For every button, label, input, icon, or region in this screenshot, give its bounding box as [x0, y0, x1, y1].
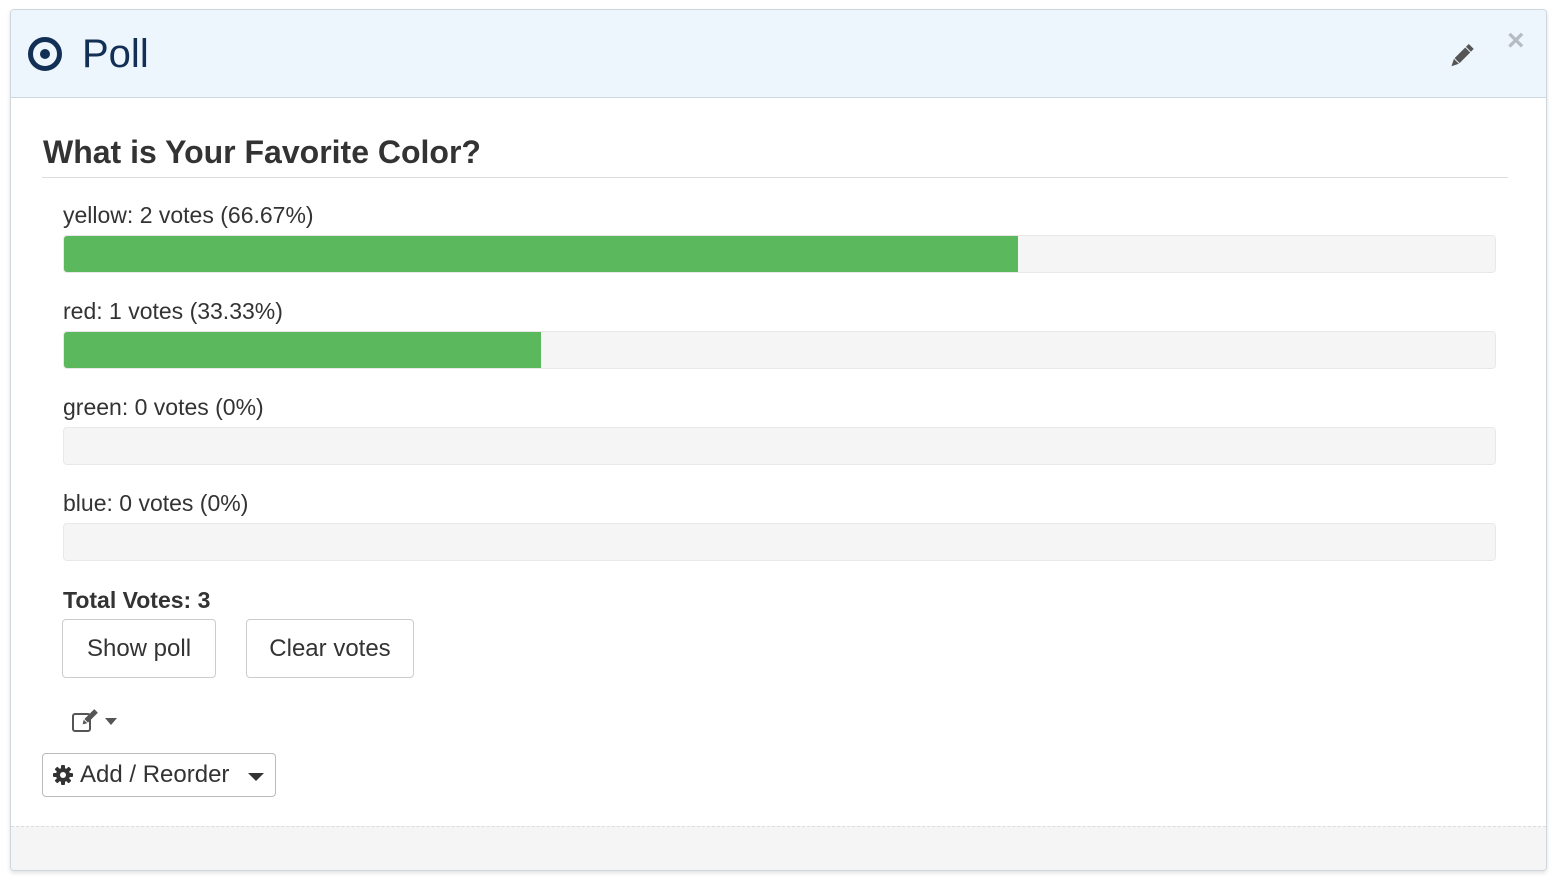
clear-votes-button[interactable]: Clear votes	[246, 619, 414, 678]
close-icon[interactable]: ×	[1507, 26, 1525, 56]
panel-footer	[11, 826, 1546, 870]
poll-option-label-green: green: 0 votes (0%)	[63, 394, 264, 420]
panel-title: Poll	[82, 32, 149, 76]
poll-bar-track-yellow	[63, 235, 1496, 273]
poll-radio-icon	[28, 37, 62, 71]
question-divider	[42, 177, 1508, 178]
add-reorder-button[interactable]: Add / Reorder	[42, 753, 276, 797]
poll-option-label-yellow: yellow: 2 votes (66.67%)	[63, 202, 314, 228]
poll-option-label-red: red: 1 votes (33.33%)	[63, 298, 283, 324]
panel-header: Poll ×	[11, 10, 1546, 98]
poll-option-label-blue: blue: 0 votes (0%)	[63, 490, 249, 516]
gear-icon	[53, 765, 73, 785]
poll-panel: Poll × What is Your Favorite Color? yell…	[10, 9, 1547, 871]
poll-bar-track-red	[63, 331, 1496, 369]
total-votes: Total Votes: 3	[63, 587, 211, 613]
edit-dropdown-button[interactable]	[71, 708, 123, 734]
poll-bar-fill-yellow	[64, 236, 1019, 272]
poll-bar-track-green	[63, 427, 1496, 465]
chevron-down-icon	[105, 718, 117, 725]
edit-icon	[72, 709, 117, 732]
poll-question: What is Your Favorite Color?	[43, 134, 481, 170]
poll-bar-fill-red	[64, 332, 541, 368]
chevron-down-icon	[248, 773, 264, 781]
show-poll-button[interactable]: Show poll	[62, 619, 216, 678]
poll-bar-track-blue	[63, 523, 1496, 561]
pencil-icon[interactable]	[1447, 42, 1475, 70]
add-reorder-label: Add / Reorder	[80, 761, 230, 788]
